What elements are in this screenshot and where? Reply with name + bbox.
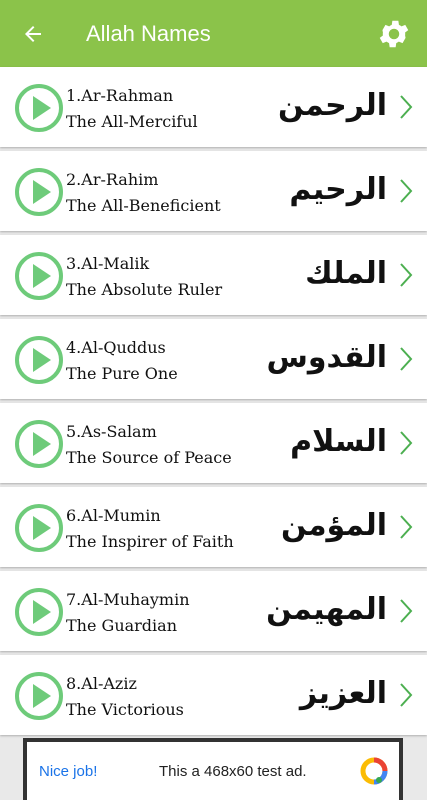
play-icon[interactable]: [14, 419, 64, 469]
arabic-calligraphy: القدوس: [266, 340, 387, 375]
chevron-right-icon[interactable]: [397, 513, 415, 541]
ad-text: This a 468x60 test ad.: [159, 762, 307, 780]
name-meaning: The Inspirer of Faith: [66, 532, 234, 551]
arrow-left-icon: [25, 25, 41, 42]
list-item[interactable]: 2.Ar-Rahim The All-Beneficient الرحيم: [0, 151, 427, 231]
settings-button[interactable]: [361, 0, 427, 67]
chevron-right-icon[interactable]: [397, 261, 415, 289]
arabic-calligraphy: المؤمن: [280, 508, 387, 543]
list-item[interactable]: 8.Al-Aziz The Victorious العزيز: [0, 655, 427, 735]
name-transliteration: 7.Al-Muhaymin: [66, 590, 190, 609]
list-item[interactable]: 1.Ar-Rahman The All-Merciful الرحمن: [0, 67, 427, 147]
arabic-calligraphy: الرحمن: [278, 88, 387, 123]
arabic-calligraphy: السلام: [290, 424, 387, 459]
name-meaning: The Absolute Ruler: [66, 280, 223, 299]
arabic-calligraphy: المهيمن: [266, 592, 387, 627]
arabic-calligraphy: الملك: [305, 256, 387, 291]
app-bar: Allah Names: [0, 0, 427, 67]
gear-icon: [379, 20, 409, 47]
name-meaning: The Pure One: [66, 364, 178, 383]
chevron-right-icon[interactable]: [397, 681, 415, 709]
name-transliteration: 6.Al-Mumin: [66, 506, 161, 525]
back-button[interactable]: [0, 0, 66, 67]
name-transliteration: 4.Al-Quddus: [66, 338, 166, 357]
list-item[interactable]: 3.Al-Malik The Absolute Ruler الملك: [0, 235, 427, 315]
play-icon[interactable]: [14, 587, 64, 637]
play-icon[interactable]: [14, 83, 64, 133]
play-icon[interactable]: [14, 335, 64, 385]
play-icon[interactable]: [14, 503, 64, 553]
play-icon[interactable]: [14, 251, 64, 301]
ad-logo-icon: [360, 757, 388, 785]
name-transliteration: 3.Al-Malik: [66, 254, 150, 273]
name-meaning: The Source of Peace: [66, 448, 232, 467]
page-title: Allah Names: [86, 20, 211, 46]
name-transliteration: 2.Ar-Rahim: [66, 170, 159, 189]
list-item[interactable]: 7.Al-Muhaymin The Guardian المهيمن: [0, 571, 427, 651]
play-icon[interactable]: [14, 671, 64, 721]
chevron-right-icon[interactable]: [397, 429, 415, 457]
chevron-right-icon[interactable]: [397, 177, 415, 205]
list-item[interactable]: 4.Al-Quddus The Pure One القدوس: [0, 319, 427, 399]
play-icon[interactable]: [14, 167, 64, 217]
name-meaning: The All-Beneficient: [66, 196, 221, 215]
list-item[interactable]: 5.As-Salam The Source of Peace السلام: [0, 403, 427, 483]
name-transliteration: 5.As-Salam: [66, 422, 157, 441]
name-meaning: The All-Merciful: [66, 112, 198, 131]
name-meaning: The Victorious: [66, 700, 184, 719]
chevron-right-icon[interactable]: [397, 597, 415, 625]
ad-banner[interactable]: Nice job! This a 468x60 test ad.: [23, 738, 403, 800]
arabic-calligraphy: الرحيم: [289, 172, 387, 207]
chevron-right-icon[interactable]: [397, 345, 415, 373]
name-transliteration: 1.Ar-Rahman: [66, 86, 174, 105]
arabic-calligraphy: العزيز: [299, 676, 387, 711]
name-meaning: The Guardian: [66, 616, 178, 635]
ad-title[interactable]: Nice job!: [39, 763, 159, 780]
list-item[interactable]: 6.Al-Mumin The Inspirer of Faith المؤمن: [0, 487, 427, 567]
chevron-right-icon[interactable]: [397, 93, 415, 121]
name-transliteration: 8.Al-Aziz: [66, 674, 137, 693]
